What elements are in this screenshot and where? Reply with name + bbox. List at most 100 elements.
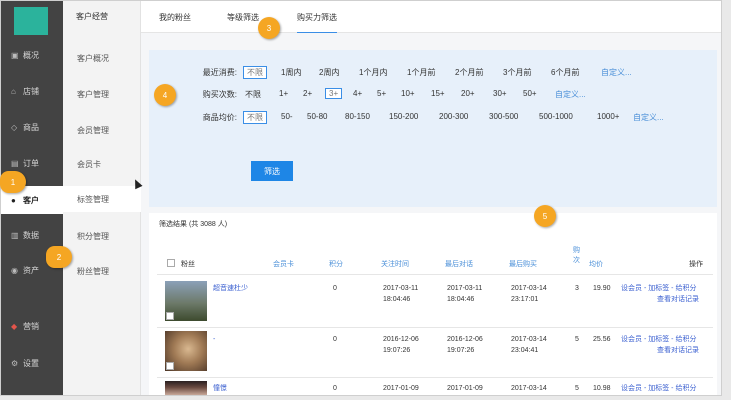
recent-spend-option[interactable]: 1个月前: [407, 67, 435, 78]
purchase-count-option[interactable]: 不限: [245, 89, 261, 100]
avg-price-custom-link[interactable]: 自定义...: [633, 112, 664, 123]
recent-spend-option[interactable]: 2周内: [319, 67, 339, 78]
results-panel: 筛选结果 (共 3088 人) 粉丝 会员卡 积分 关注时间 最后对话 最后购买…: [149, 213, 717, 395]
main-sidebar: ▣ 概况 ⌂ 店铺 ◇ 商品 ▤ 订单 ● 客户 ▥ 数据 ◉ 资产 ◆ 营销 ⚙ 设置: [1, 1, 63, 395]
column-header-points[interactable]: 积分: [329, 259, 343, 269]
annotation-badge: 2: [46, 246, 72, 268]
nav-label: 商品: [23, 122, 39, 132]
purchase-count-option[interactable]: 30+: [493, 89, 507, 98]
recent-spend-option[interactable]: 1个月内: [359, 67, 387, 78]
last-purchase-date: 2017-03-14: [511, 285, 547, 292]
purchase-count-option[interactable]: 5+: [377, 89, 386, 98]
purchase-count-option[interactable]: 2+: [303, 89, 312, 98]
column-header-purchase-times[interactable]: 购次: [573, 246, 583, 266]
recent-spend-option[interactable]: 2个月前: [455, 67, 483, 78]
recent-spend-option[interactable]: 1周内: [281, 67, 301, 78]
column-header-last-purchase[interactable]: 最后购买: [509, 259, 537, 269]
purchase-count-option[interactable]: 10+: [401, 89, 415, 98]
recent-spend-option[interactable]: 3个月前: [503, 67, 531, 78]
main-content: 最近消费: 不限 1周内 2周内 1个月内 1个月前 2个月前 3个月前 6个月…: [141, 33, 721, 395]
nav-item-overview[interactable]: ▣ 概况: [1, 41, 63, 69]
column-header-member-card[interactable]: 会员卡: [273, 259, 294, 269]
nav-item-settings[interactable]: ⚙ 设置: [1, 349, 63, 377]
select-all-checkbox[interactable]: [167, 259, 175, 267]
fan-avatar[interactable]: [165, 281, 207, 321]
last-chat-date: 2017-03-11: [447, 285, 483, 292]
annotation-badge: 4: [154, 84, 176, 106]
avg-price-option[interactable]: 200-300: [439, 112, 468, 121]
give-points-link[interactable]: 给积分: [675, 336, 696, 343]
give-points-link[interactable]: 给积分: [675, 385, 696, 392]
give-points-link[interactable]: 给积分: [675, 285, 696, 292]
add-tag-link[interactable]: 加标签: [648, 285, 669, 292]
last-chat-date: 2016-12-06: [447, 336, 483, 343]
nav-label: 概况: [23, 50, 39, 60]
purchase-count-option[interactable]: 1+: [279, 89, 288, 98]
settings-icon: ⚙: [11, 358, 19, 368]
column-header-follow-time[interactable]: 关注时间: [381, 259, 409, 269]
subnav-item-fans[interactable]: 粉丝管理: [77, 266, 109, 277]
subnav-item-points[interactable]: 积分管理: [77, 231, 109, 242]
avg-price-option[interactable]: 50-80: [307, 112, 327, 121]
follow-time: 18:04:46: [383, 296, 411, 303]
avg-price-option[interactable]: 300-500: [489, 112, 518, 121]
filter-button[interactable]: 筛选: [251, 161, 293, 181]
subnav-item-tags[interactable]: 标签管理: [63, 186, 141, 212]
purchase-count-option[interactable]: 3+: [325, 88, 343, 99]
avg-price-option[interactable]: 80-150: [345, 112, 370, 121]
purchase-count-custom-link[interactable]: 自定义...: [555, 89, 586, 100]
follow-date: 2017-01-09: [383, 385, 419, 392]
marketing-icon: ◆: [11, 321, 18, 331]
last-chat-time: 18:04:46: [447, 296, 475, 303]
subnav-item-member-card[interactable]: 会员卡: [77, 159, 101, 170]
fan-name-link[interactable]: -: [213, 334, 215, 345]
nav-item-products[interactable]: ◇ 商品: [1, 113, 63, 141]
add-tag-link[interactable]: 加标签: [648, 336, 669, 343]
column-header-last-chat[interactable]: 最后对话: [445, 259, 473, 269]
recent-spend-custom-link[interactable]: 自定义...: [601, 67, 632, 78]
avg-price-option[interactable]: 50-: [281, 112, 293, 121]
tab-purchase-power-filter[interactable]: 购买力筛选: [297, 12, 337, 34]
fan-name-link[interactable]: 超音速杜少: [213, 283, 248, 294]
avg-price: 25.56: [593, 336, 611, 343]
add-tag-link[interactable]: 加标签: [648, 385, 669, 392]
filter-label-purchase-count: 购买次数:: [202, 90, 237, 99]
order-icon: ▤: [11, 158, 19, 168]
nav-item-data[interactable]: ▥ 数据: [1, 221, 63, 249]
tab-level-filter[interactable]: 等级筛选: [227, 12, 259, 23]
row-checkbox[interactable]: [166, 362, 174, 370]
view-chat-log-link[interactable]: 查看对话记录: [657, 345, 699, 356]
purchase-count-option[interactable]: 4+: [353, 89, 362, 98]
avg-price-option[interactable]: 500-1000: [539, 112, 573, 121]
avg-price-option[interactable]: 150-200: [389, 112, 418, 121]
filter-panel: 最近消费: 不限 1周内 2周内 1个月内 1个月前 2个月前 3个月前 6个月…: [149, 50, 717, 207]
nav-item-marketing[interactable]: ◆ 营销: [1, 312, 63, 340]
coin-icon: ◉: [11, 265, 18, 275]
recent-spend-option[interactable]: 不限: [243, 66, 267, 79]
tab-my-fans[interactable]: 我的粉丝: [159, 12, 191, 23]
column-header-avg-price[interactable]: 均价: [589, 259, 603, 269]
set-member-link[interactable]: 设会员: [621, 285, 642, 292]
nav-item-store[interactable]: ⌂ 店铺: [1, 77, 63, 105]
purchase-count-option[interactable]: 50+: [523, 89, 537, 98]
row-actions: 设会员 - 加标签 - 给积分: [621, 385, 697, 392]
annotation-badge: 3: [258, 17, 280, 39]
nav-label: 数据: [23, 230, 39, 240]
tab-bar: 我的粉丝 等级筛选 购买力筛选: [141, 1, 721, 34]
view-chat-log-link[interactable]: 查看对话记录: [657, 294, 699, 305]
set-member-link[interactable]: 设会员: [621, 336, 642, 343]
avg-price-option[interactable]: 1000+: [597, 112, 619, 121]
avg-price-option[interactable]: 不限: [243, 111, 267, 124]
purchase-count-option[interactable]: 15+: [431, 89, 445, 98]
subnav-item-overview[interactable]: 客户概况: [77, 53, 109, 64]
fan-avatar[interactable]: [165, 381, 207, 395]
fan-name-link[interactable]: 憧憬: [213, 383, 227, 394]
subnav-item-members[interactable]: 会员管理: [77, 125, 109, 136]
recent-spend-option[interactable]: 6个月前: [551, 67, 579, 78]
set-member-link[interactable]: 设会员: [621, 385, 642, 392]
fan-avatar[interactable]: [165, 331, 207, 371]
subnav-item-management[interactable]: 客户管理: [77, 89, 109, 100]
purchase-count-option[interactable]: 20+: [461, 89, 475, 98]
row-checkbox[interactable]: [166, 312, 174, 320]
last-purchase-date: 2017-03-14: [511, 336, 547, 343]
